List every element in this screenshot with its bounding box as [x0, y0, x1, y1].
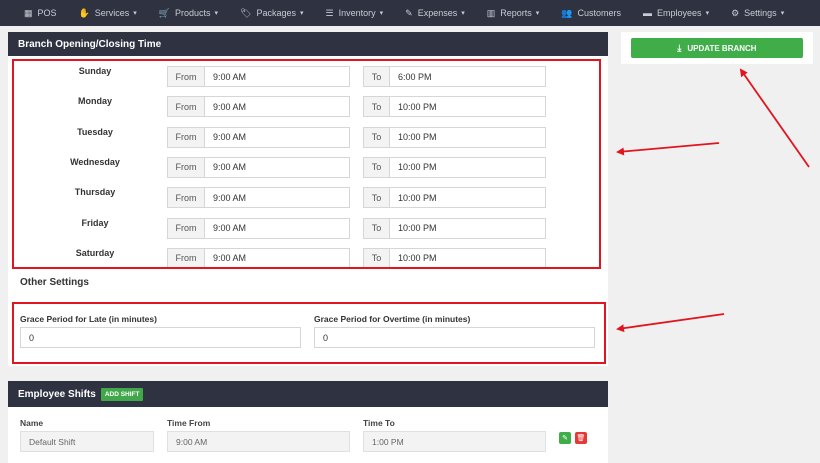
briefcase-icon: ▬ — [643, 8, 653, 18]
download-icon: ⤓ — [677, 42, 682, 53]
arrow-to-hours — [616, 142, 720, 156]
shifts-title: Employee Shifts — [18, 388, 96, 400]
shift-col-to: Time To — [363, 418, 395, 428]
expense-icon: ✎ — [405, 7, 413, 18]
nav-item-label: Packages — [256, 8, 297, 18]
nav-item-label: POS — [37, 8, 57, 18]
chevron-down-icon: ▾ — [461, 10, 465, 17]
gear-icon: ⚙ — [731, 7, 740, 18]
chart-icon: ▥ — [486, 7, 496, 18]
nav-item-services[interactable]: ✋ Services ▾ — [79, 8, 137, 19]
delete-shift-button[interactable]: 🗑 — [575, 432, 587, 444]
nav-item-employees[interactable]: ▬ Employees ▾ — [643, 8, 709, 18]
shift-time-from-input[interactable]: 9:00 AM — [167, 431, 350, 452]
arrow-to-grace — [616, 313, 725, 333]
nav-item-label: Employees — [657, 8, 702, 18]
chevron-down-icon: ▾ — [300, 10, 304, 17]
nav-item-label: Reports — [500, 8, 532, 18]
nav-item-pos[interactable]: ▦ POS — [24, 8, 57, 19]
nav-item-reports[interactable]: ▥ Reports ▾ — [487, 8, 540, 19]
chevron-down-icon: ▾ — [133, 10, 137, 17]
hand-icon: ✋ — [78, 7, 90, 18]
nav-item-settings[interactable]: ⚙ Settings ▾ — [731, 8, 784, 19]
annotation-box-grace — [12, 302, 606, 364]
nav-item-packages[interactable]: 🏷 Packages ▾ — [240, 8, 303, 19]
nav-item-label: Products — [175, 8, 211, 18]
branch-hours-header: Branch Opening/Closing Time — [8, 32, 608, 56]
shift-time-to-input[interactable]: 1:00 PM — [363, 431, 546, 452]
arrow-to-update — [739, 68, 810, 168]
nav-item-products[interactable]: 🛒 Products ▾ — [159, 8, 218, 19]
nav-item-label: Inventory — [338, 8, 376, 18]
nav-item-inventory[interactable]: ☰ Inventory ▾ — [326, 8, 384, 19]
chevron-down-icon: ▾ — [535, 10, 540, 17]
shift-col-name: Name — [20, 418, 44, 428]
update-branch-button[interactable]: ⤓ UPDATE BRANCH — [631, 38, 803, 58]
shift-col-from: Time From — [167, 418, 211, 428]
nav-item-label: Expenses — [417, 8, 458, 18]
tag-icon: 🏷 — [240, 7, 252, 18]
chevron-down-icon: ▾ — [214, 10, 219, 17]
edit-shift-button[interactable]: ✎ — [559, 432, 571, 444]
other-settings-title: Other Settings — [20, 277, 89, 288]
top-navbar: ▦ POS ✋ Services ▾ 🛒 Products ▾ 🏷 Packages ▾ ☰ Inven… — [0, 0, 820, 26]
chevron-down-icon: ▾ — [705, 10, 710, 17]
branch-hours-title: Branch Opening/Closing Time — [18, 38, 162, 50]
nav-item-label: Services — [94, 8, 130, 18]
update-branch-label: UPDATE BRANCH — [687, 43, 757, 53]
list-icon: ☰ — [325, 7, 334, 18]
chevron-down-icon: ▾ — [780, 10, 785, 17]
shift-name-input[interactable]: Default Shift — [20, 431, 154, 452]
nav-item-customers[interactable]: 👥 Customers — [561, 8, 621, 19]
add-shift-button[interactable]: ADD SHIFT — [100, 387, 144, 401]
cart-icon: 🛒 — [158, 7, 170, 18]
annotation-box-hours — [12, 59, 601, 269]
calculator-icon: ▦ — [24, 7, 33, 18]
trash-icon: 🗑 — [576, 435, 586, 442]
shifts-header: Employee Shifts ADD SHIFT — [8, 381, 608, 407]
nav-item-label: Settings — [744, 8, 777, 18]
pencil-icon: ✎ — [562, 435, 568, 442]
nav-item-expenses[interactable]: ✎ Expenses ▾ — [405, 8, 465, 19]
users-icon: 👥 — [561, 7, 573, 18]
chevron-down-icon: ▾ — [379, 10, 384, 17]
nav-item-label: Customers — [577, 8, 622, 18]
